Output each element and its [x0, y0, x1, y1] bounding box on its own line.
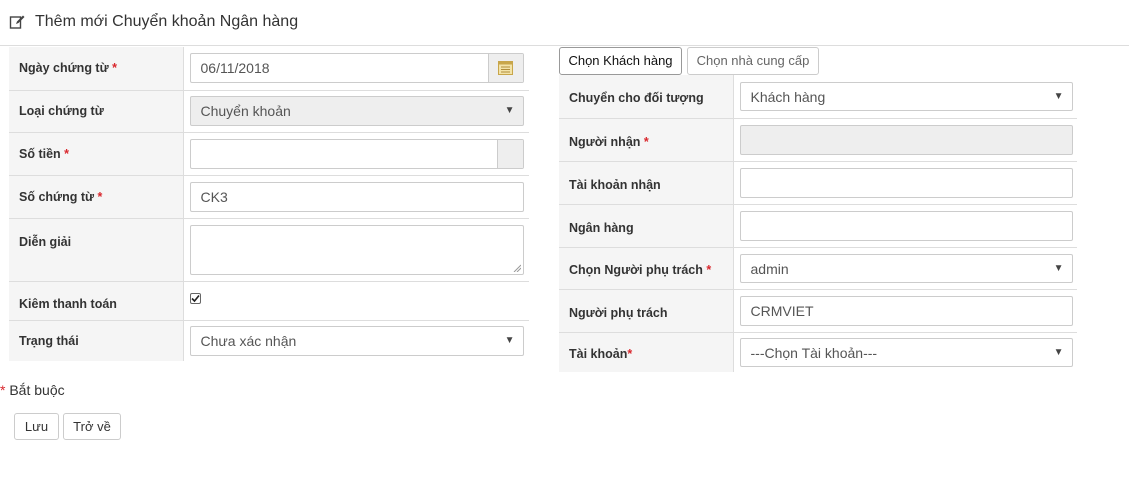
date-picker-button[interactable]	[487, 54, 523, 83]
tai-khoan-value: ---Chọn Tài khoản---	[750, 344, 878, 361]
row-so-tien: Số tiền *	[9, 132, 529, 176]
trang-thai-select[interactable]: Chưa xác nhận ▼	[189, 325, 524, 356]
row-ngan-hang: Ngân hàng	[559, 204, 1077, 248]
ngay-chung-tu-value: 06/11/2018	[200, 60, 270, 77]
row-chon-nguoi-phu-trach: Chọn Người phụ trách * admin ▼	[559, 247, 1077, 290]
kiem-thanh-toan-label: Kiêm thanh toán	[19, 296, 117, 311]
row-tai-khoan-nhan: Tài khoản nhận	[559, 161, 1077, 205]
row-so-chung-tu: Số chứng từ * CK3	[9, 175, 529, 219]
edit-icon	[9, 15, 25, 29]
chuyen-cho-label: Chuyển cho đối tượng	[569, 91, 704, 106]
save-button-label: Lưu	[24, 419, 49, 434]
dien-giai-label: Diễn giải	[19, 234, 72, 249]
row-loai-chung-tu: Loại chứng từ Chuyển khoản ▼	[9, 90, 529, 133]
required-mark: *	[97, 189, 103, 204]
required-mark: *	[64, 146, 70, 161]
chon-nguoi-phu-trach-label: Chọn Người phụ trách	[569, 263, 703, 277]
calendar-icon	[497, 61, 513, 76]
row-tai-khoan: Tài khoản* ---Chọn Tài khoản--- ▼	[559, 332, 1077, 372]
so-tien-addon-button[interactable]	[496, 139, 523, 168]
required-mark: *	[643, 134, 649, 149]
ngay-chung-tu-label: Ngày chứng từ	[19, 61, 109, 76]
tai-khoan-nhan-label: Tài khoản nhận	[569, 177, 661, 192]
row-kiem-thanh-toan: Kiêm thanh toán	[9, 281, 529, 321]
tai-khoan-label: Tài khoản	[569, 347, 628, 362]
loai-chung-tu-select[interactable]: Chuyển khoản ▼	[189, 96, 524, 126]
tai-khoan-select[interactable]: ---Chọn Tài khoản--- ▼	[739, 337, 1073, 367]
dien-giai-textarea[interactable]	[189, 224, 524, 275]
so-tien-label: Số tiền	[19, 146, 61, 161]
chon-nguoi-phu-trach-value: admin	[750, 260, 789, 277]
ngan-hang-label: Ngân hàng	[569, 220, 634, 235]
row-chuyen-cho: Chuyển cho đối tượng Khách hàng ▼	[559, 75, 1077, 119]
so-chung-tu-value: CK3	[200, 188, 228, 205]
tab-chon-khach-hang-label: Chọn Khách hàng	[568, 53, 673, 68]
chon-nguoi-phu-trach-select[interactable]: admin ▼	[739, 253, 1073, 283]
nguoi-nhan-label: Người nhận	[569, 134, 641, 149]
tab-chon-nha-cung-cap[interactable]: Chọn nhà cung cấp	[687, 47, 819, 75]
checkmark-icon	[190, 294, 200, 302]
tab-chon-nha-cung-cap-label: Chọn nhà cung cấp	[696, 53, 810, 68]
ngan-hang-input[interactable]	[739, 210, 1073, 241]
tai-khoan-nhan-input[interactable]	[739, 167, 1073, 198]
row-nguoi-phu-trach: Người phụ trách CRMVIET	[559, 289, 1077, 333]
required-mark: *	[112, 61, 117, 76]
nguoi-phu-trach-input[interactable]: CRMVIET	[739, 295, 1073, 326]
back-button-label: Trở về	[73, 419, 111, 434]
so-chung-tu-label: Số chứng từ	[19, 189, 95, 204]
ngay-chung-tu-input[interactable]: 06/11/2018	[189, 53, 524, 84]
required-mark: *	[627, 347, 633, 362]
left-form: Ngày chứng từ * 06/11/2018 Loại chứng từ…	[9, 47, 529, 361]
required-legend: * Bắt buộc	[0, 382, 65, 398]
row-dien-giai: Diễn giải	[9, 218, 529, 282]
right-form: Chuyển cho đối tượng Khách hàng ▼ Người …	[559, 75, 1077, 372]
page-title: Thêm mới Chuyển khoản Ngân hàng	[35, 13, 299, 30]
loai-chung-tu-label: Loại chứng từ	[19, 104, 104, 118]
resize-grip-icon[interactable]	[513, 264, 521, 272]
chuyen-cho-value: Khách hàng	[750, 88, 826, 105]
tab-chon-khach-hang[interactable]: Chọn Khách hàng	[559, 47, 682, 75]
caret-down-icon: ▼	[504, 334, 515, 346]
chuyen-cho-select[interactable]: Khách hàng ▼	[739, 81, 1073, 111]
page-header: Thêm mới Chuyển khoản Ngân hàng	[0, 0, 1129, 46]
so-chung-tu-input[interactable]: CK3	[189, 181, 524, 212]
back-button[interactable]: Trở về	[63, 413, 121, 440]
row-ngay-chung-tu: Ngày chứng từ * 06/11/2018	[9, 47, 529, 91]
caret-down-icon: ▼	[504, 105, 515, 116]
nguoi-nhan-input[interactable]	[739, 124, 1073, 155]
caret-down-icon: ▼	[1053, 262, 1064, 274]
caret-down-icon: ▼	[1053, 346, 1064, 358]
trang-thai-value: Chưa xác nhận	[200, 332, 297, 349]
caret-down-icon: ▼	[1053, 90, 1064, 102]
required-note: Bắt buộc	[9, 382, 65, 398]
required-mark: *	[706, 263, 712, 277]
so-tien-input[interactable]	[189, 138, 524, 169]
trang-thai-label: Trạng thái	[19, 333, 79, 348]
kiem-thanh-toan-checkbox[interactable]	[189, 292, 201, 304]
loai-chung-tu-value: Chuyển khoản	[200, 103, 291, 119]
row-trang-thai: Trạng thái Chưa xác nhận ▼	[9, 320, 529, 361]
required-mark: *	[0, 382, 6, 398]
save-button[interactable]: Lưu	[14, 413, 59, 440]
nguoi-phu-trach-value: CRMVIET	[750, 302, 814, 319]
row-nguoi-nhan: Người nhận *	[559, 118, 1077, 162]
nguoi-phu-trach-label: Người phụ trách	[569, 305, 668, 320]
